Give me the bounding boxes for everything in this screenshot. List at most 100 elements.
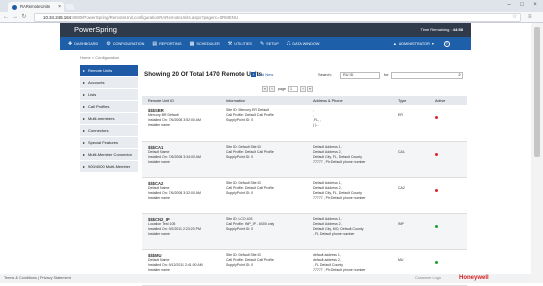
first-page-button[interactable]: « — [262, 85, 268, 92]
nav-item-scheduler[interactable]: ▦ SCHEDULER — [190, 41, 220, 47]
cell-line: SupplyPoint ID: 0 — [226, 118, 254, 122]
cell-line: Installer name — [148, 159, 170, 164]
maximize-icon[interactable]: □ — [516, 1, 528, 9]
table-row[interactable]: $$$CN2_IP Location Test 105 Installed On: … — [142, 213, 467, 250]
reload-icon[interactable]: ↻ — [20, 13, 28, 22]
information-cell: Site ID: Mercury ER Default Call Profile:… — [220, 105, 307, 142]
sidebar-item-call-profiles[interactable]: Call Profiles — [80, 101, 138, 113]
column-header[interactable]: Active — [429, 96, 467, 105]
configuration-icon: ⚙ — [106, 40, 111, 47]
active-cell — [429, 213, 467, 250]
sidebar-item-multi-members[interactable]: Multi-members — [80, 113, 138, 125]
nav-item-label: DASHBOARD — [74, 41, 99, 46]
tab-title: RARemoteUnits — [20, 4, 51, 9]
nav-item-label: CONFIGURATION — [112, 41, 145, 46]
unit-id-cell: $$$CA1 Default Name Installed On: 7/6/2008… — [142, 141, 220, 178]
sidebar-item-multi-member-connector[interactable]: Multi-Member Connector — [80, 149, 138, 161]
type-value: MU — [398, 257, 404, 262]
active-status-dot — [435, 116, 438, 119]
sidebar-item-remote-units[interactable]: Remote Units — [80, 65, 138, 77]
back-icon[interactable]: ← — [2, 13, 10, 22]
type-value: ER — [398, 113, 403, 117]
type-cell: INP — [392, 213, 429, 250]
last-page-button[interactable]: » — [307, 85, 313, 92]
nav-item-label: SCHEDULER — [196, 41, 220, 46]
type-value: INP — [398, 221, 404, 226]
search-input[interactable]: ⌕ — [391, 72, 463, 79]
breadcrumb[interactable]: Home > Configuration — [80, 55, 119, 60]
cell-line: 77777 , Ph:Default phone number — [313, 159, 366, 164]
information-cell: Site ID: Default Site ID Call Profile: De… — [220, 177, 307, 214]
remote-units-table: Remote Unit ID Information Address & Phone… — [142, 96, 467, 286]
user-menu[interactable]: ▲ ADMINISTRATOR ▾ ? — [393, 37, 450, 50]
cell-line: SupplyPoint ID: 0 — [226, 154, 254, 159]
scheduler-icon: ▦ — [189, 40, 195, 47]
sidebar-item-special-features[interactable]: Special Features — [80, 137, 138, 149]
footer: Terms & Conditions | Privacy Statement C… — [0, 274, 531, 283]
browser-tab-strip: RARemoteUnits × – □ × — [0, 0, 543, 12]
column-header[interactable]: Address & Phone — [307, 96, 392, 105]
title-row: Showing 20 Of Total 1470 Remote Units + A… — [142, 69, 467, 81]
tab-close-icon[interactable]: × — [58, 2, 61, 12]
search-label: Search: — [318, 72, 332, 77]
cell-line: Installer name — [148, 195, 170, 200]
session-timer: Time Remaining : 44:58 — [420, 27, 463, 32]
table-row[interactable]: $$$CA1 Default Name Installed On: 7/6/2008… — [142, 141, 467, 178]
address-bar: ← → ↻ 10.34.248.164:8080/PowerSpring/Rem… — [0, 12, 543, 23]
nav-item-reporting[interactable]: ▤ REPORTING — [152, 41, 181, 47]
add-new-link[interactable]: + Add New — [251, 69, 273, 81]
active-cell — [429, 177, 467, 214]
page-select[interactable]: 1 — [288, 85, 298, 92]
address-cell: Default Address 1, Default Address 2, Defa… — [307, 141, 392, 178]
setup-icon: ✎ — [259, 40, 265, 47]
address-cell: ,, ,FL, ,( )-- — [307, 105, 392, 142]
active-cell — [429, 141, 467, 178]
sidebar-item-connectors[interactable]: Connectors — [80, 125, 138, 137]
chevron-down-icon: ▾ — [431, 42, 434, 46]
address-cell: Default Address 1, Default Address 2, Defa… — [307, 177, 392, 214]
nav-item-utilities[interactable]: ⚒ UTILITIES — [228, 41, 252, 47]
footer-links[interactable]: Terms & Conditions | Privacy Statement — [4, 274, 71, 283]
nav-item-data-window[interactable]: ⎍ DATA WINDOW — [287, 41, 320, 47]
information-cell: Site ID: Default Site ID Call Profile: De… — [220, 141, 307, 178]
next-page-button[interactable]: › — [300, 85, 306, 92]
cell-line: , FL Default phone number — [313, 231, 355, 236]
close-window-icon[interactable]: × — [529, 1, 541, 9]
search-icon[interactable]: ⌕ — [458, 72, 461, 79]
unit-id-cell: $$$SBR Mercury BR Default Installed On: 7/… — [142, 105, 220, 142]
nav-item-dashboard[interactable]: ✚ DASHBOARD — [68, 41, 98, 47]
for-label: for — [384, 72, 389, 77]
type-cell: CA1 — [392, 141, 429, 178]
minimize-icon[interactable]: – — [503, 1, 515, 9]
cell-line: Installer name — [148, 267, 170, 272]
table-row[interactable]: $$$CA2 Default Name Installed On: 7/6/2008… — [142, 177, 467, 214]
cell-line: Installer name — [148, 231, 170, 236]
cell-line: SupplyPoint ID: 0 — [226, 190, 254, 195]
table-header: Remote Unit ID Information Address & Phone… — [142, 96, 467, 105]
app-brand: PowerSpring — [74, 25, 117, 34]
bookmark-star-icon[interactable]: ☆ — [512, 13, 517, 22]
url-input[interactable]: 10.34.248.164:8080/PowerSpring/RemoteUni… — [34, 13, 521, 22]
table-row[interactable]: $$$SBR Mercury BR Default Installed On: 7/… — [142, 105, 467, 142]
browser-tab[interactable]: RARemoteUnits × — [8, 2, 64, 12]
new-tab-button[interactable] — [64, 4, 76, 10]
browser-menu-icon[interactable]: ≡ — [528, 13, 532, 22]
nav-item-configuration[interactable]: ⚙ CONFIGURATION — [106, 41, 144, 47]
forward-icon[interactable]: → — [11, 13, 19, 22]
sidebar-item-900-4000-multi-member[interactable]: 900/4000 Multi-Member — [80, 161, 138, 173]
unit-id-cell: $$$CN2_IP Location Test 105 Installed On: … — [142, 213, 220, 250]
prev-page-button[interactable]: ‹ — [269, 85, 275, 92]
column-header[interactable]: Remote Unit ID — [142, 96, 220, 105]
sidebar-item-lists[interactable]: Lists — [80, 89, 138, 101]
column-header[interactable]: Type — [392, 96, 429, 105]
column-header[interactable]: Information — [220, 96, 307, 105]
plus-icon: + — [251, 72, 256, 77]
nav-item-label: SETUP — [266, 41, 279, 46]
page-title: Showing 20 Of Total 1470 Remote Units — [144, 71, 263, 78]
nav-item-setup[interactable]: ✎ SETUP — [260, 41, 279, 47]
nav-item-label: REPORTING — [159, 41, 182, 46]
scrollbar-thumb[interactable] — [534, 27, 540, 157]
sidebar-item-accounts[interactable]: Accounts — [80, 77, 138, 89]
help-icon[interactable]: ? — [443, 40, 450, 47]
search-field-select[interactable]: RU ID — [340, 72, 380, 79]
